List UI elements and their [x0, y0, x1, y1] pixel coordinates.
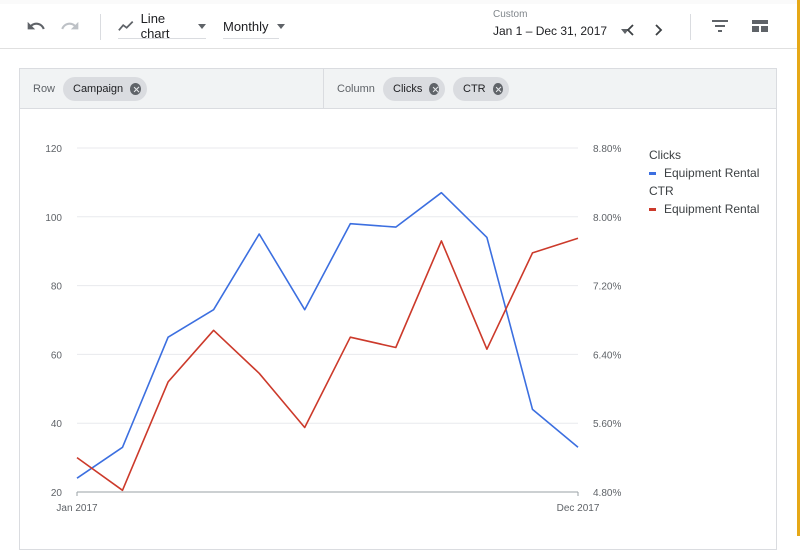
column-chip-clicks[interactable]: Clicks	[383, 77, 445, 101]
legend-group-title: Clicks	[649, 148, 681, 162]
legend-item[interactable]: Equipment Rental	[649, 200, 759, 218]
chip-label: Clicks	[393, 83, 423, 95]
legend-label: Equipment Rental	[664, 166, 760, 180]
table-layout-icon	[752, 20, 768, 32]
report-panel: Row Campaign Column Clicks CTR	[19, 68, 777, 550]
date-range-value: Jan 1 – Dec 31, 2017	[493, 24, 608, 38]
table-layout-button[interactable]	[748, 14, 772, 38]
chart-type-label: Line chart	[140, 11, 170, 41]
legend-swatch	[649, 171, 656, 175]
line-chart-icon	[118, 21, 134, 31]
row-chip-campaign[interactable]: Campaign	[63, 77, 147, 101]
date-range-label: Custom	[493, 9, 528, 20]
previous-period-button[interactable]	[621, 18, 641, 42]
column-chip-ctr[interactable]: CTR	[453, 77, 509, 101]
chevron-down-icon	[198, 23, 206, 29]
remove-chip-icon[interactable]	[492, 83, 503, 95]
date-range-picker[interactable]: Custom Jan 1 – Dec 31, 2017	[493, 9, 630, 38]
remove-chip-icon[interactable]	[429, 83, 439, 95]
legend-item[interactable]: Equipment Rental	[649, 164, 759, 182]
pivot-bar: Row Campaign Column Clicks CTR	[20, 69, 776, 109]
undo-icon	[27, 21, 45, 30]
column-label: Column	[337, 83, 375, 95]
undo-button[interactable]	[24, 14, 48, 38]
toolbar-divider	[690, 14, 691, 40]
filter-button[interactable]	[708, 14, 732, 38]
chevron-right-icon	[655, 24, 663, 36]
legend-label: Equipment Rental	[664, 202, 760, 216]
chevron-down-icon	[276, 23, 285, 29]
toolbar: Line chart Monthly Custom Jan 1 – Dec 31…	[0, 4, 797, 49]
remove-chip-icon[interactable]	[130, 83, 141, 95]
legend-swatch	[649, 207, 656, 211]
next-period-button[interactable]	[648, 18, 668, 42]
chip-label: Campaign	[73, 83, 124, 95]
chevron-left-icon	[626, 24, 634, 36]
filter-icon	[712, 20, 728, 32]
chart-legend: Clicks Equipment Rental CTR Equipment Re…	[649, 146, 759, 218]
chart-type-dropdown[interactable]: Line chart	[118, 11, 206, 41]
redo-button[interactable]	[58, 14, 82, 38]
date-range-dropdown[interactable]: Jan 1 – Dec 31, 2017	[493, 24, 630, 38]
redo-icon	[61, 21, 79, 30]
row-label: Row	[33, 83, 56, 95]
legend-group-title: CTR	[649, 184, 674, 198]
granularity-label: Monthly	[223, 18, 269, 34]
pivot-divider	[323, 69, 324, 108]
granularity-dropdown[interactable]: Monthly	[223, 14, 285, 39]
toolbar-divider	[100, 14, 101, 40]
chip-label: CTR	[463, 83, 486, 95]
